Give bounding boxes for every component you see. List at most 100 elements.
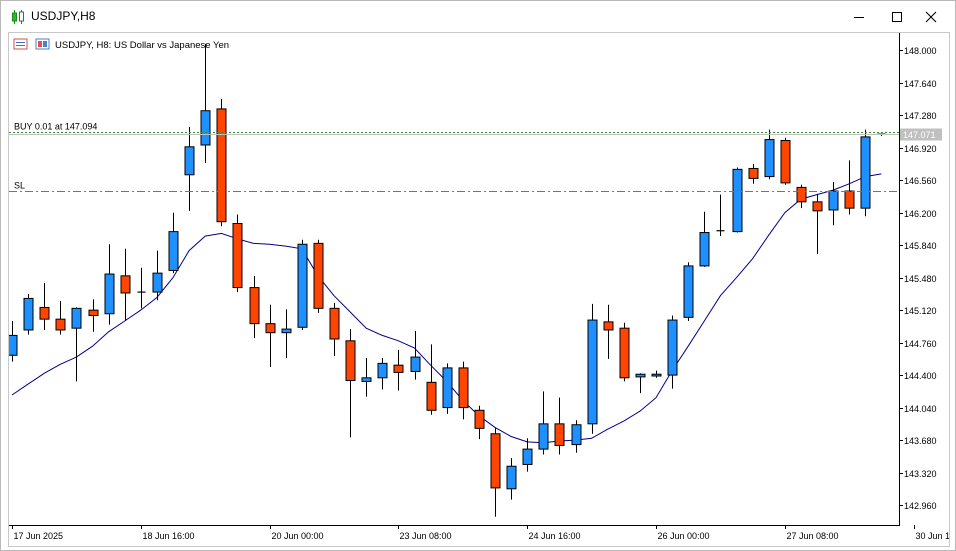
candle (554, 397, 565, 455)
price-chart[interactable]: BUY 0.01 at 147.094 SL 147.071 148.000 147.… (7, 33, 956, 546)
candle (474, 405, 485, 440)
time-tick-label: 30 Jun 16:00 (916, 531, 950, 541)
candle (184, 126, 195, 211)
candle (393, 349, 404, 391)
symbol-info: USDJPY, H8: US Dollar vs Japanese Yen (13, 38, 229, 51)
candle-body (651, 373, 662, 377)
time-tick-label: 20 Jun 00:00 (272, 531, 324, 541)
candle (216, 98, 227, 227)
candle (651, 370, 662, 378)
price-tick-label: 145.120 (904, 306, 937, 316)
candle-body (458, 367, 469, 409)
price-tick-label: 143.320 (904, 469, 937, 479)
candle (200, 43, 211, 164)
candle (748, 163, 759, 184)
candle-body (152, 272, 163, 293)
candle (860, 129, 871, 217)
trade-list-icon[interactable] (13, 38, 28, 50)
candle-body (603, 321, 614, 331)
candle (265, 304, 276, 367)
candle-body (265, 323, 276, 334)
price-tick-label: 144.760 (904, 339, 937, 349)
candle-body (7, 334, 18, 356)
price-tick-label: 147.640 (904, 79, 937, 89)
candle-body (506, 465, 517, 490)
price-tick-label: 143.680 (904, 436, 937, 446)
candle (603, 304, 614, 359)
candle (313, 239, 324, 313)
candle-body (168, 231, 179, 271)
price-tick-label: 144.400 (904, 371, 937, 381)
candle (764, 129, 775, 180)
candle (7, 320, 18, 362)
candle (71, 307, 82, 382)
candle (88, 299, 99, 332)
price-tick-label: 146.920 (904, 144, 937, 154)
bid-price-label: 147.071 (903, 130, 936, 140)
candle (844, 160, 855, 215)
time-tick-label: 26 Jun 00:00 (658, 531, 710, 541)
candle-body (667, 319, 678, 376)
title-bar[interactable]: USDJPY,H8 (1, 1, 955, 32)
candle-body (828, 190, 839, 211)
maximize-button[interactable] (881, 5, 913, 29)
candle-body (297, 243, 308, 328)
candle (780, 137, 791, 185)
candle-body (232, 223, 243, 289)
candle-body (329, 307, 340, 340)
candle-body (554, 423, 565, 446)
candle-body (249, 287, 260, 325)
price-tick-label: 147.280 (904, 111, 937, 121)
chart-window: USDJPY,H8 BUY 0.01 at 147.094 SL 147.071 1… (0, 0, 956, 551)
candle (55, 301, 66, 335)
candle-body (587, 319, 598, 425)
price-tick-label: 145.840 (904, 241, 937, 251)
candle (716, 194, 725, 237)
candle (297, 239, 308, 330)
candle (538, 391, 549, 455)
candle-body (23, 297, 34, 331)
candle-body (699, 232, 710, 267)
candle (377, 357, 388, 390)
candle (506, 458, 517, 500)
candle (587, 303, 598, 434)
candle (619, 322, 630, 382)
minimize-button[interactable] (843, 5, 875, 29)
candle (104, 244, 115, 325)
candlestick-app-icon (12, 10, 24, 24)
stop-loss-label: SL (14, 181, 25, 191)
time-tick-label: 27 Jun 08:00 (787, 531, 839, 541)
candle-body (764, 139, 775, 178)
depth-of-market-icon[interactable] (35, 38, 50, 50)
candle-body (71, 307, 82, 329)
candle-body (522, 448, 533, 465)
candle (571, 420, 582, 453)
candle (458, 361, 469, 420)
candle-body (683, 265, 694, 318)
candle-body (216, 108, 227, 223)
candle-body (571, 424, 582, 446)
candle (522, 438, 533, 472)
candle-body (345, 340, 356, 382)
candle (667, 315, 678, 389)
symbol-description: USDJPY, H8: US Dollar vs Japanese Yen (55, 40, 229, 51)
candle-body (377, 362, 388, 379)
candle-body (313, 242, 324, 309)
candle-body (860, 136, 871, 209)
price-tick-label: 146.200 (904, 209, 937, 219)
price-tick-label: 144.040 (904, 404, 937, 414)
candle-body (39, 306, 50, 320)
time-tick-label: 23 Jun 08:00 (400, 531, 452, 541)
candle-body (120, 275, 131, 294)
candle (249, 275, 260, 339)
candle (796, 184, 807, 209)
candle-body (184, 146, 195, 176)
chart-area[interactable]: BUY 0.01 at 147.094 SL 147.071 148.000 147.… (7, 32, 956, 547)
candle-body (619, 327, 630, 379)
candle (232, 214, 243, 293)
price-tick-label: 142.960 (904, 501, 937, 511)
candle (345, 329, 356, 438)
close-button[interactable] (915, 5, 947, 29)
time-tick-label: 18 Jun 16:00 (143, 531, 195, 541)
price-tick-label: 146.560 (904, 176, 937, 186)
